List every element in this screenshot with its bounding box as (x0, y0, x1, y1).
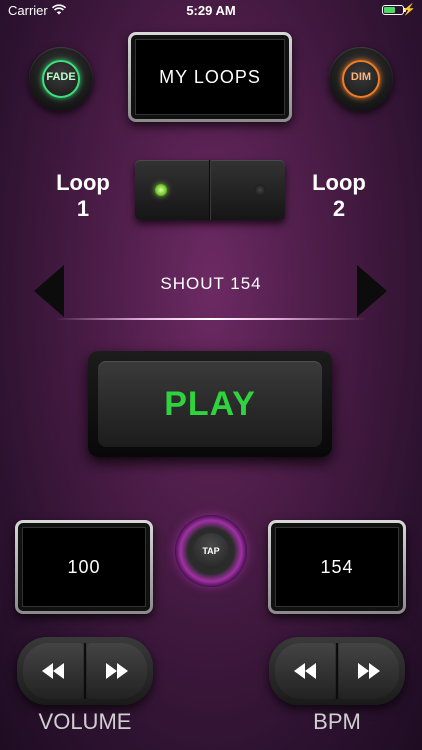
dim-button[interactable]: DIM (329, 47, 393, 111)
rewind-icon-2 (53, 663, 64, 679)
loop-toggle-switch[interactable] (135, 160, 285, 220)
volume-down-button[interactable] (23, 643, 83, 699)
volume-value: 100 (22, 527, 146, 607)
loop-1-side[interactable] (135, 160, 210, 220)
loop-2-led-icon (254, 184, 266, 196)
bpm-display: 154 (268, 520, 406, 614)
rewind-icon-2 (305, 663, 316, 679)
volume-display: 100 (15, 520, 153, 614)
play-label: PLAY (98, 361, 322, 447)
bpm-down-button[interactable] (275, 643, 335, 699)
bpm-bezel: 154 (271, 523, 403, 611)
fade-label: FADE (46, 71, 76, 83)
next-track-icon[interactable] (357, 265, 387, 317)
battery-icon (382, 5, 406, 15)
charging-icon: ⚡ (402, 4, 416, 16)
loop-2-label-number: 2 (332, 196, 346, 221)
loop-1-label: Loop 1 (43, 170, 123, 222)
bpm-up-button[interactable] (339, 643, 399, 699)
fast-forward-icon-2 (117, 663, 128, 679)
tap-label: TAP (193, 533, 229, 569)
bpm-label: BPM (313, 709, 361, 734)
loop-2-label-word: Loop (312, 170, 366, 195)
fast-forward-icon-2 (369, 663, 380, 679)
bpm-control (269, 637, 405, 705)
track-divider (55, 318, 367, 320)
status-bar: Carrier 5:29 AM ⚡ (0, 0, 422, 22)
fast-forward-icon (106, 663, 117, 679)
loop-1-label-number: 1 (76, 196, 90, 221)
dim-label: DIM (350, 71, 372, 83)
tap-button[interactable]: TAP (175, 515, 247, 587)
clock: 5:29 AM (186, 3, 236, 18)
loop-1-label-word: Loop (56, 170, 110, 195)
loop-1-led-icon (155, 184, 167, 196)
bpm-separator (336, 643, 338, 699)
rewind-icon (294, 663, 305, 679)
volume-bezel: 100 (18, 523, 150, 611)
volume-separator (84, 643, 86, 699)
volume-control (17, 637, 153, 705)
loop-2-label: Loop 2 (299, 170, 379, 222)
play-button[interactable]: PLAY (88, 351, 332, 457)
my-loops-button[interactable]: MY LOOPS (128, 32, 292, 122)
my-loops-bezel: MY LOOPS (131, 35, 289, 119)
rewind-icon (42, 663, 53, 679)
volume-up-button[interactable] (87, 643, 147, 699)
bpm-value: 154 (275, 527, 399, 607)
my-loops-label: MY LOOPS (135, 39, 285, 115)
loop-2-side[interactable] (210, 160, 285, 220)
fade-button[interactable]: FADE (29, 47, 93, 111)
volume-label: VOLUME (38, 709, 132, 734)
fast-forward-icon (358, 663, 369, 679)
